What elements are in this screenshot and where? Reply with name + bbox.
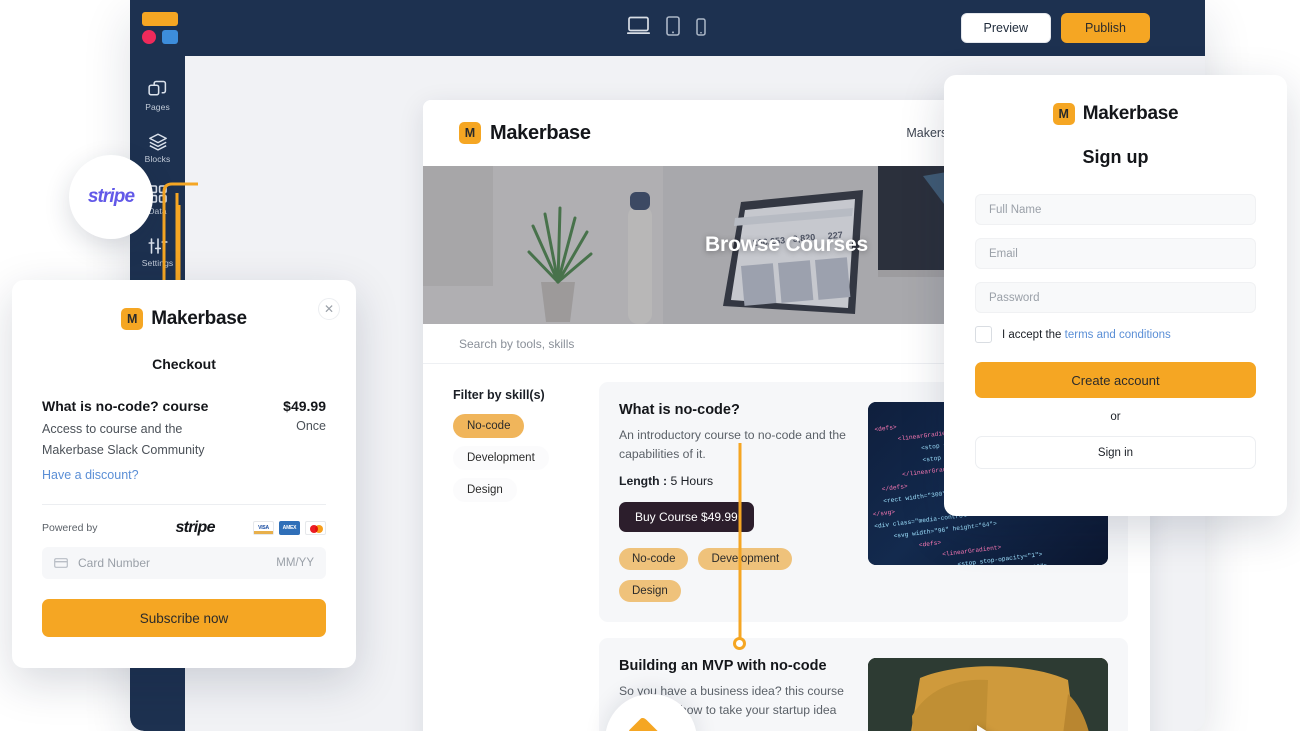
brand-name: Makerbase <box>1082 103 1179 124</box>
settings-icon <box>147 237 168 254</box>
sign-in-button[interactable]: Sign in <box>975 436 1256 469</box>
filter-chip-no-code[interactable]: No-code <box>453 414 525 438</box>
tablet-icon[interactable] <box>666 16 680 41</box>
sidebar-item-pages[interactable]: Pages <box>130 70 185 122</box>
signup-brand: M Makerbase <box>975 103 1256 125</box>
svg-text:<linearGradient>: <linearGradient> <box>942 544 1002 558</box>
desktop-icon[interactable] <box>627 16 650 41</box>
connector-node-course <box>733 637 746 650</box>
course-length: Length : 5 Hours <box>619 474 852 488</box>
checkout-item-name: What is no-code? course <box>42 398 209 414</box>
diamond-logo-icon <box>627 716 675 731</box>
filter-chip-development[interactable]: Development <box>453 446 549 470</box>
mastercard-icon <box>305 521 326 536</box>
stripe-logo-badge: stripe <box>69 155 153 239</box>
pages-icon <box>148 80 167 96</box>
checkout-line-item: What is no-code? course $49.99 <box>42 398 326 414</box>
device-preview-switcher <box>627 16 706 41</box>
signup-title: Sign up <box>1082 147 1149 167</box>
checkout-item-description: Access to course and the Makerbase Slack… <box>42 422 205 457</box>
visa-icon: VISA <box>253 521 274 536</box>
course-tags: No-code Development Design <box>619 547 852 602</box>
full-name-field[interactable]: Full Name <box>975 194 1256 225</box>
terms-checkbox[interactable] <box>975 326 992 343</box>
stripe-wordmark: stripe <box>175 519 215 537</box>
svg-text:</svg>: </svg> <box>872 509 895 519</box>
course-length-label: Length : <box>619 473 668 488</box>
mobile-icon[interactable] <box>696 18 706 41</box>
sidebar-label-settings: Settings <box>141 257 174 268</box>
password-field[interactable]: Password <box>975 282 1256 313</box>
stripe-wordmark: stripe <box>87 186 135 207</box>
buy-course-button[interactable]: Buy Course $49.99 <box>619 501 754 532</box>
makerbase-blocks-logo-icon[interactable] <box>142 12 178 44</box>
sidebar-label-pages: Pages <box>145 102 170 112</box>
play-button-icon[interactable] <box>977 725 999 731</box>
brand-badge-icon: M <box>121 308 144 330</box>
filters-title: Filter by skill(s) <box>453 388 545 402</box>
checkout-modal: ✕ M Makerbase Checkout What is no-code? … <box>12 280 356 668</box>
svg-text:</defs>: </defs> <box>881 483 908 493</box>
email-placeholder: Email <box>989 247 1018 260</box>
discount-link[interactable]: Have a discount? <box>42 468 326 482</box>
close-icon[interactable]: ✕ <box>318 298 340 320</box>
publish-button[interactable]: Publish <box>1061 13 1150 43</box>
course-title: What is no-code? <box>619 402 740 418</box>
course-length-value: 5 Hours <box>670 473 714 488</box>
svg-text:<defs>: <defs> <box>874 424 897 434</box>
checkout-heading: Checkout <box>152 356 216 372</box>
card-expiry-placeholder: MM/YY <box>276 557 314 570</box>
svg-text:<defs>: <defs> <box>919 539 942 549</box>
full-name-placeholder: Full Name <box>989 203 1042 216</box>
or-separator: or <box>1110 411 1121 423</box>
builder-actions: Preview Publish <box>960 13 1150 43</box>
brand-badge-icon: M <box>459 122 481 144</box>
nav-link-makers[interactable]: Makers <box>906 126 947 140</box>
checkout-item-price: $49.99 <box>283 398 326 414</box>
brand-name: Makerbase <box>490 121 591 144</box>
terms-text: I accept the terms and conditions <box>1002 329 1171 341</box>
create-account-button[interactable]: Create account <box>975 362 1256 398</box>
terms-prefix: I accept the <box>1002 328 1065 341</box>
course-tag[interactable]: No-code <box>619 547 689 570</box>
skill-filters: Filter by skill(s) No-code Development D… <box>453 382 583 731</box>
builder-top-bar: Preview Publish <box>130 0 1205 56</box>
course-description: An introductory course to no-code and th… <box>619 428 846 461</box>
site-brand[interactable]: M Makerbase <box>459 122 591 145</box>
checkout-item-frequency: Once <box>296 419 326 433</box>
card-brand-icons: VISA AMEX <box>253 521 326 536</box>
amex-icon: AMEX <box>279 521 300 536</box>
course-title: Building an MVP with no-code <box>619 657 827 674</box>
brand-badge-icon: M <box>1052 103 1075 125</box>
course-tag[interactable]: Development <box>698 547 793 570</box>
course-tag[interactable]: Design <box>619 579 681 602</box>
sidebar-item-settings[interactable]: Settings <box>130 226 185 278</box>
email-field[interactable]: Email <box>975 238 1256 269</box>
sidebar-label-blocks: Blocks <box>144 154 171 164</box>
filter-chip-design[interactable]: Design <box>453 478 517 502</box>
payment-providers: Powered by stripe VISA AMEX <box>42 519 326 537</box>
terms-row: I accept the terms and conditions <box>975 326 1256 343</box>
course-video-thumbnail[interactable] <box>868 657 1108 731</box>
brand-name: Makerbase <box>151 308 247 329</box>
card-number-placeholder: Card Number <box>78 556 151 571</box>
subscribe-now-button[interactable]: Subscribe now <box>42 599 326 638</box>
password-placeholder: Password <box>989 291 1040 304</box>
credit-card-icon <box>54 558 68 569</box>
signup-modal: M Makerbase Sign up Full Name Email Pass… <box>944 75 1287 516</box>
blocks-icon <box>148 133 167 151</box>
powered-by-label: Powered by <box>42 522 98 535</box>
preview-button[interactable]: Preview <box>960 13 1051 43</box>
screenshot-stage: Preview Publish Pages Blocks Data Settin… <box>0 0 1300 731</box>
card-number-input[interactable]: Card Number MM/YY <box>42 547 326 580</box>
search-placeholder: Search by tools, skills <box>459 336 575 351</box>
divider <box>42 504 326 506</box>
checkout-brand: M Makerbase <box>42 308 326 330</box>
terms-and-conditions-link[interactable]: terms and conditions <box>1065 329 1171 341</box>
